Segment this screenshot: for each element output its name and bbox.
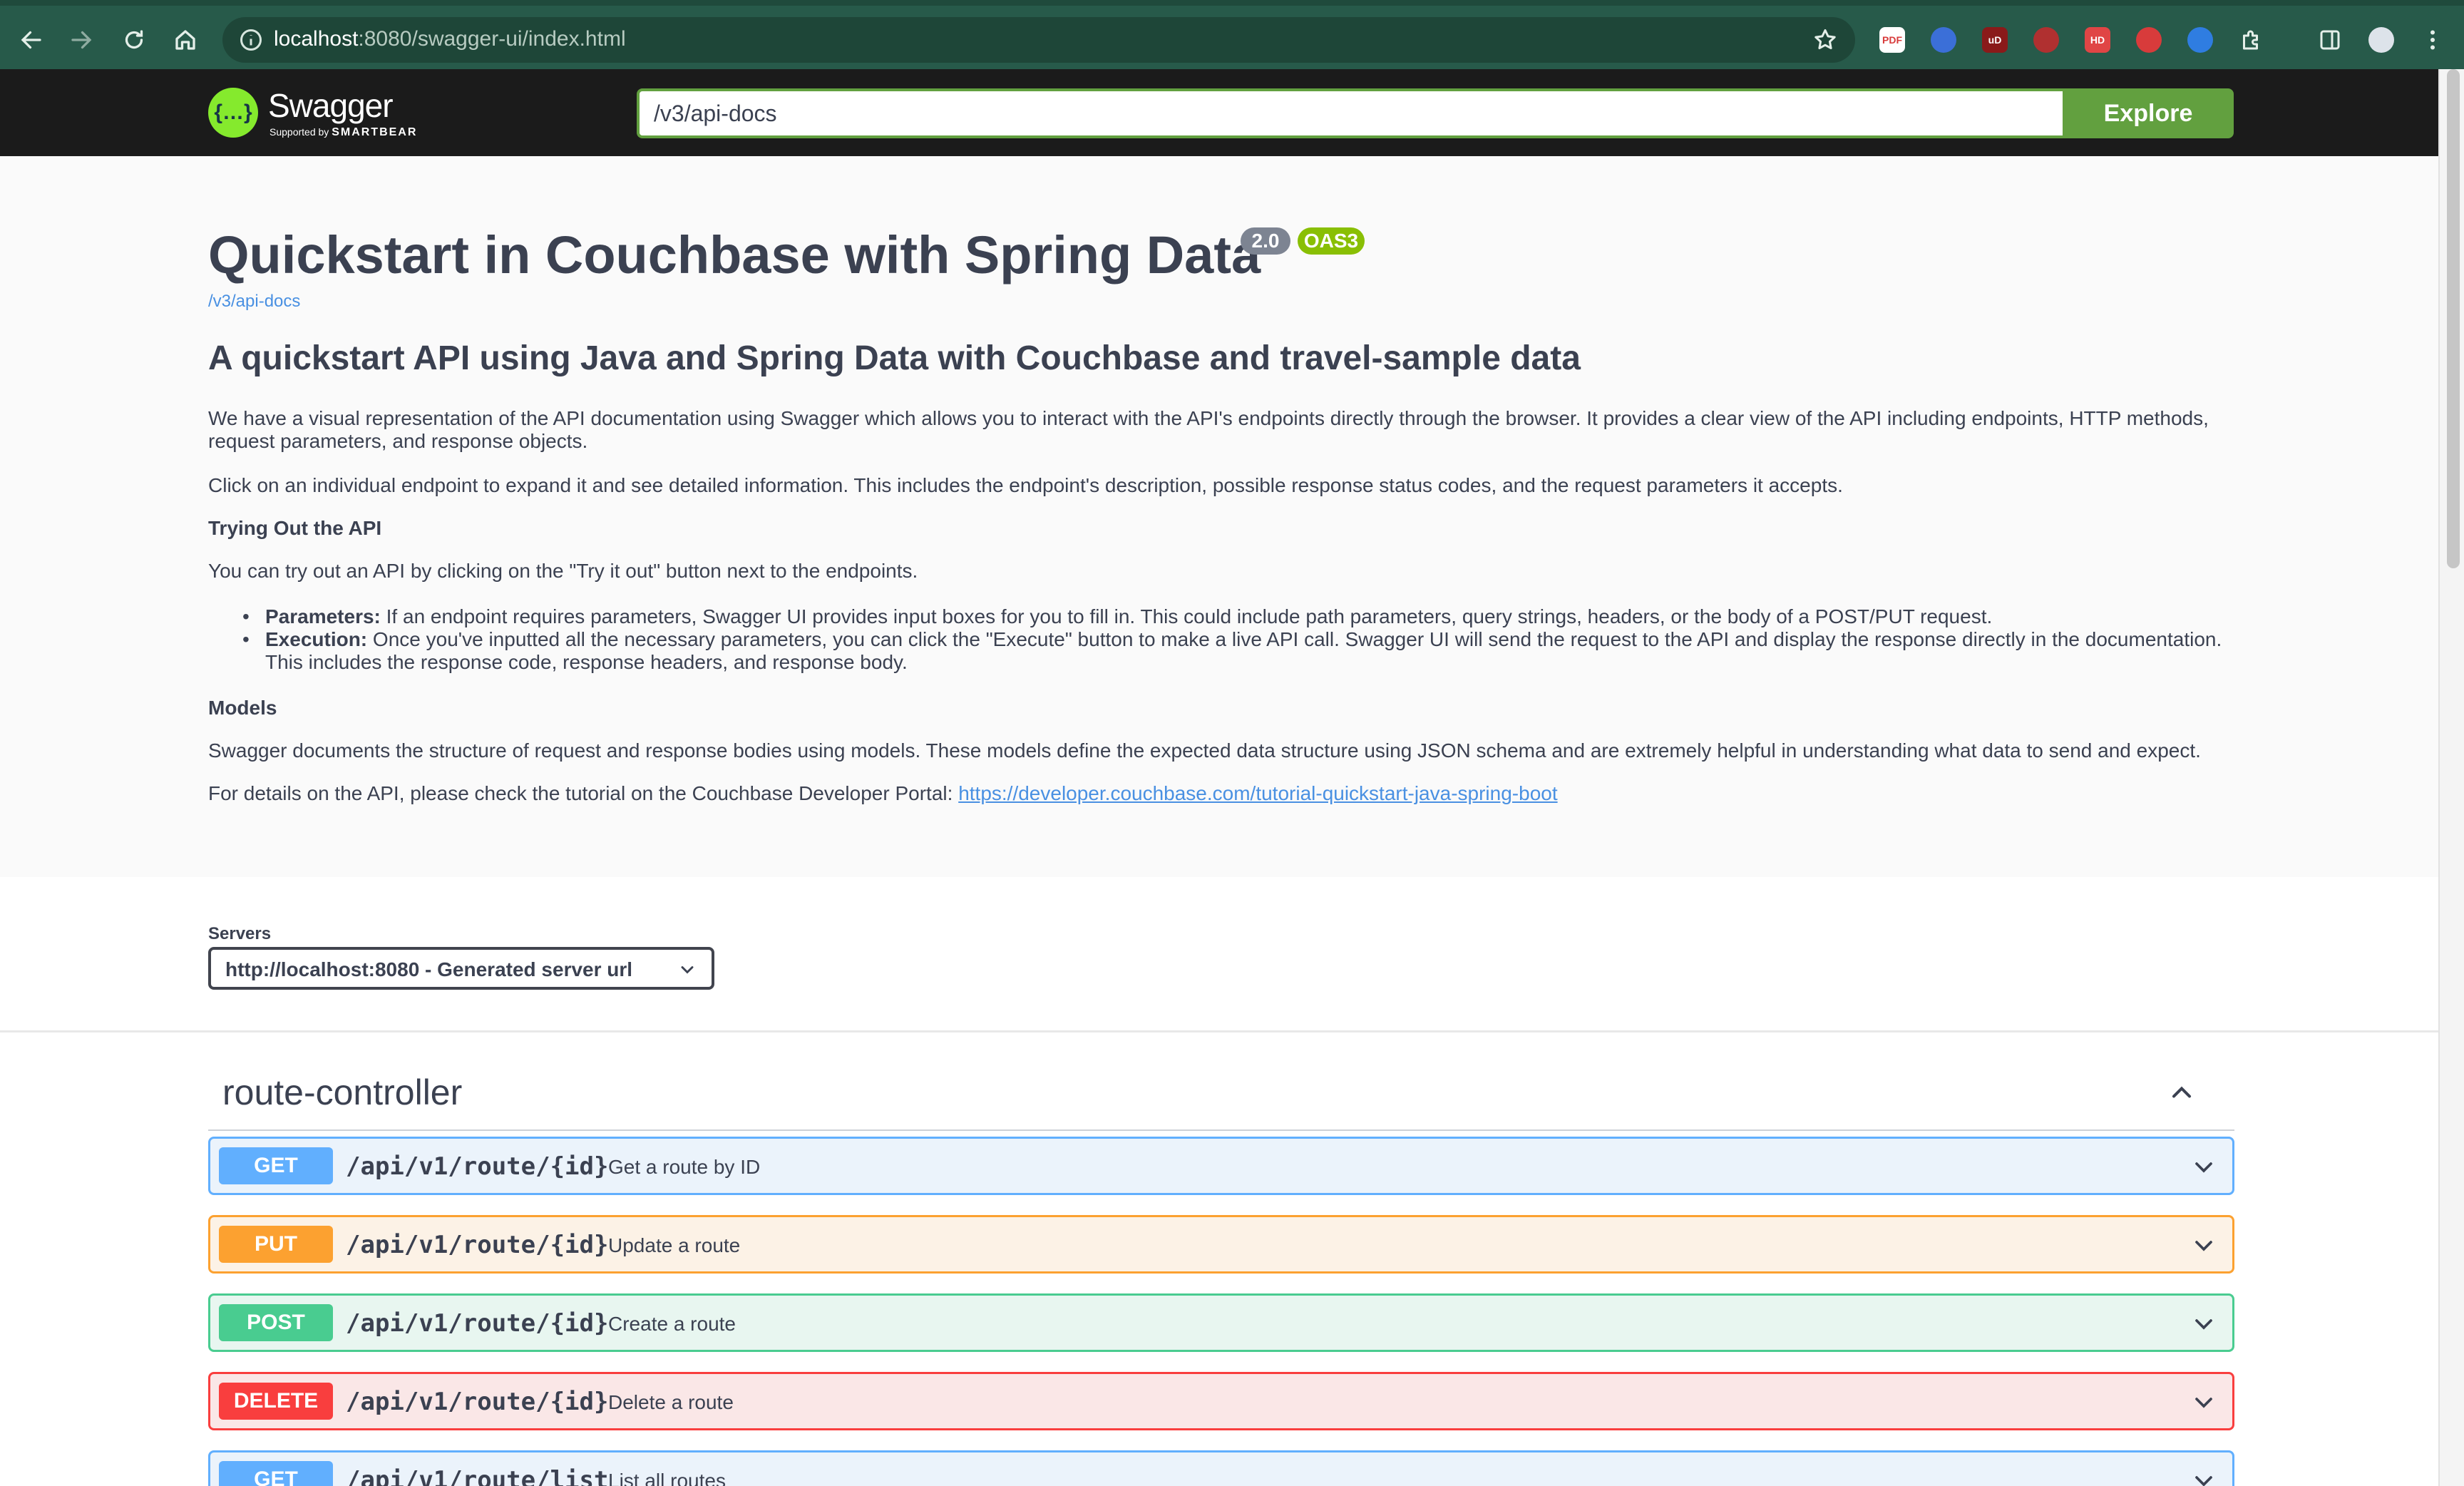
logo-wordmark: Swagger — [268, 87, 394, 124]
operation-path: /api/v1/route/list — [346, 1466, 609, 1486]
chevron-down-icon[interactable] — [2190, 1231, 2218, 1260]
page-title: Quickstart in Couchbase with Spring Data — [208, 225, 1261, 285]
operation-summary: Create a route — [608, 1313, 736, 1335]
scrollbar-thumb[interactable] — [2447, 69, 2460, 568]
extensions-puzzle-icon[interactable] — [2239, 27, 2264, 53]
tag-divider — [208, 1129, 2234, 1131]
browser-toolbar: localhost:8080/swagger-ui/index.html PDF… — [0, 0, 2464, 69]
operation-path: /api/v1/route/{id} — [346, 1152, 609, 1181]
pdf-extension-icon[interactable]: PDF — [1879, 27, 1905, 53]
operation-summary: Update a route — [608, 1234, 741, 1256]
bullet-list: Parameters: If an endpoint requires para… — [242, 605, 2239, 674]
url-path: :8080/swagger-ui/index.html — [358, 27, 626, 51]
swagger-logo[interactable]: {…} Swagger Supported by SMARTBEAR — [208, 85, 418, 142]
chevron-down-icon[interactable] — [2190, 1153, 2218, 1182]
list-item: Execution: Once you've inputted all the … — [242, 628, 2239, 674]
page-scrollbar[interactable] — [2438, 69, 2464, 1486]
tag-title[interactable]: route-controller — [222, 1072, 462, 1113]
address-bar[interactable]: localhost:8080/swagger-ui/index.html — [222, 17, 1855, 63]
guard-extension-icon[interactable] — [1931, 27, 1956, 53]
operation-path: /api/v1/route/{id} — [346, 1309, 609, 1338]
chevron-down-icon[interactable] — [2190, 1467, 2218, 1486]
oas-badge: OAS3 — [1298, 227, 1365, 255]
chevron-down-icon[interactable] — [2190, 1388, 2218, 1417]
ublock-extension-icon[interactable]: uD — [1982, 27, 2008, 53]
spec-url-input[interactable] — [637, 88, 2063, 138]
pin-extension-icon[interactable] — [2136, 27, 2162, 53]
api-info: Quickstart in Couchbase with Spring Data… — [0, 156, 2438, 877]
intro-paragraph: We have a visual representation of the A… — [208, 407, 2209, 452]
chevron-down-icon — [681, 966, 694, 974]
method-badge: POST — [219, 1304, 333, 1341]
operation-summary: Get a route by ID — [608, 1156, 761, 1178]
operation-path: /api/v1/route/{id} — [346, 1388, 609, 1416]
operation-path: /api/v1/route/{id} — [346, 1231, 609, 1259]
try-it-paragraph: You can try out an API by clicking on th… — [208, 560, 918, 582]
explore-button[interactable]: Explore — [2063, 88, 2234, 138]
version-badge: 2.0 — [1241, 227, 1290, 255]
operation-update-route[interactable]: PUT /api/v1/route/{id} Update a route — [208, 1215, 2234, 1274]
method-badge: GET — [219, 1461, 333, 1486]
list-item: Parameters: If an endpoint requires para… — [242, 605, 2239, 628]
profile-avatar[interactable] — [2368, 27, 2394, 53]
trying-heading: Trying Out the API — [208, 517, 382, 539]
forward-icon[interactable] — [63, 21, 100, 58]
chevron-up-icon[interactable] — [2166, 1077, 2197, 1108]
hd-extension-icon[interactable]: HD — [2085, 27, 2110, 53]
tutorial-paragraph: For details on the API, please check the… — [208, 782, 1558, 804]
method-badge: PUT — [219, 1226, 333, 1263]
home-icon[interactable] — [167, 21, 204, 58]
operation-summary: List all routes — [608, 1470, 726, 1486]
operation-summary: Delete a route — [608, 1391, 734, 1413]
side-panel-icon[interactable] — [2317, 27, 2343, 53]
menu-dots-icon[interactable] — [2420, 27, 2445, 53]
logo-tagline: Supported by SMARTBEAR — [270, 126, 418, 138]
api-description-heading: A quickstart API using Java and Spring D… — [208, 339, 1581, 377]
servers-section: Servers http://localhost:8080 - Generate… — [0, 877, 2438, 1032]
url-host: localhost — [274, 27, 359, 51]
swagger-topbar: {…} Swagger Supported by SMARTBEAR Explo… — [0, 69, 2438, 156]
site-info-icon[interactable] — [238, 27, 264, 53]
method-badge: GET — [219, 1147, 333, 1184]
operation-delete-route[interactable]: DELETE /api/v1/route/{id} Delete a route — [208, 1372, 2234, 1430]
operation-create-route[interactable]: POST /api/v1/route/{id} Create a route — [208, 1293, 2234, 1352]
address-url: localhost:8080/swagger-ui/index.html — [274, 27, 626, 51]
tutorial-link[interactable]: https://developer.couchbase.com/tutorial… — [958, 782, 1557, 804]
bookmark-star-icon[interactable] — [1812, 27, 1838, 53]
play-extension-icon[interactable] — [2187, 27, 2213, 53]
models-paragraph: Swagger documents the structure of reque… — [208, 739, 2201, 762]
expand-paragraph: Click on an individual endpoint to expan… — [208, 474, 1843, 496]
record-extension-icon[interactable] — [2033, 27, 2059, 53]
servers-label: Servers — [208, 924, 272, 943]
method-badge: DELETE — [219, 1383, 333, 1420]
models-heading: Models — [208, 697, 277, 719]
spec-link[interactable]: /v3/api-docs — [208, 292, 300, 312]
operation-get-route-by-id[interactable]: GET /api/v1/route/{id} Get a route by ID — [208, 1137, 2234, 1195]
reload-icon[interactable] — [115, 21, 153, 58]
chevron-down-icon[interactable] — [2190, 1310, 2218, 1338]
operation-list-routes[interactable]: GET /api/v1/route/list List all routes — [208, 1450, 2234, 1486]
servers-selected-value: http://localhost:8080 - Generated server… — [225, 958, 633, 980]
servers-select[interactable]: http://localhost:8080 - Generated server… — [208, 947, 714, 990]
back-icon[interactable] — [13, 21, 50, 58]
swagger-logo-icon: {…} — [208, 88, 258, 138]
